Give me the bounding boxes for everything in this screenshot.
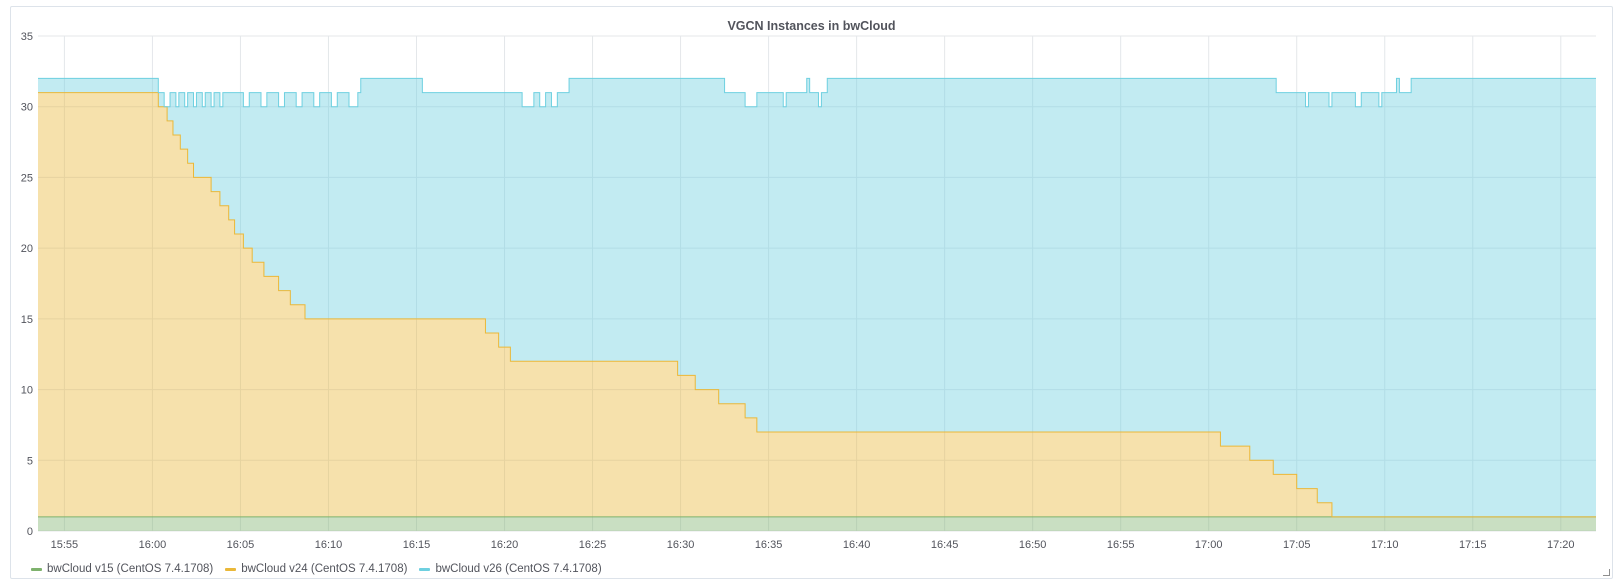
x-tick-label: 16:45 — [931, 539, 959, 551]
legend-item[interactable]: bwCloud v15 (CentOS 7.4.1708) — [31, 562, 213, 576]
x-tick-label: 15:55 — [51, 539, 79, 551]
x-tick-label: 16:35 — [755, 539, 783, 551]
x-tick-label: 16:00 — [139, 539, 167, 551]
y-tick-label: 30 — [21, 102, 33, 114]
x-tick-label: 17:15 — [1459, 539, 1487, 551]
x-tick-label: 17:10 — [1371, 539, 1399, 551]
y-tick-label: 5 — [27, 455, 33, 467]
x-tick-label: 16:50 — [1019, 539, 1047, 551]
x-tick-label: 17:05 — [1283, 539, 1311, 551]
series-area-v15 — [38, 516, 1596, 531]
y-tick-label: 0 — [27, 526, 33, 538]
y-tick-label: 35 — [21, 31, 33, 43]
legend-item[interactable]: bwCloud v26 (CentOS 7.4.1708) — [419, 562, 602, 576]
legend-label: bwCloud v15 (CentOS 7.4.1708) — [47, 563, 214, 575]
y-tick-label: 20 — [21, 243, 33, 255]
legend-swatch — [225, 567, 237, 571]
x-tick-label: 16:20 — [491, 539, 519, 551]
y-tick-label: 25 — [21, 172, 33, 184]
legend-item[interactable]: bwCloud v24 (CentOS 7.4.1708) — [225, 562, 407, 576]
legend: bwCloud v15 (CentOS 7.4.1708) bwCloud v24… — [31, 562, 602, 576]
legend-swatch — [31, 567, 42, 571]
y-tick-label: 15 — [21, 314, 33, 326]
chart-area: 0 5 10 15 20 25 30 35 15:55 16:00 16:05 16:10 16:15 1… — [21, 31, 1596, 551]
x-tick-label: 16:15 — [403, 539, 431, 551]
legend-swatch — [419, 567, 431, 571]
legend-label: bwCloud v24 (CentOS 7.4.1708) — [241, 563, 408, 575]
x-tick-label: 16:25 — [579, 539, 607, 551]
x-tick-label: 16:05 — [227, 539, 255, 551]
x-tick-label: 17:00 — [1195, 539, 1223, 551]
x-tick-label: 16:55 — [1107, 539, 1135, 551]
legend-label: bwCloud v26 (CentOS 7.4.1708) — [435, 563, 602, 575]
x-tick-label: 17:20 — [1547, 539, 1575, 551]
x-tick-label: 16:30 — [667, 539, 695, 551]
x-tick-label: 16:40 — [843, 539, 871, 551]
x-tick-label: 16:10 — [315, 539, 343, 551]
y-tick-label: 10 — [21, 385, 33, 397]
